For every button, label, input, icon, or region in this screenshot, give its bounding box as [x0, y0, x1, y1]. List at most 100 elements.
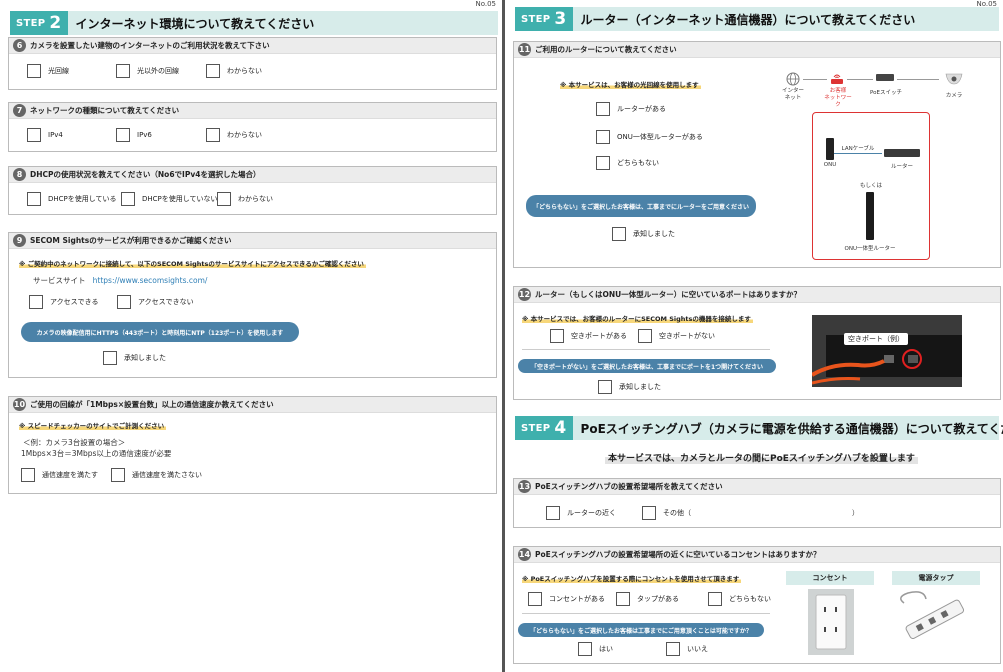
- service-site-row: サービスサイト https://www.secomsights.com/: [33, 275, 207, 286]
- option-other[interactable]: その他（: [642, 506, 691, 520]
- checkbox[interactable]: [217, 192, 231, 206]
- option-router[interactable]: ルーターがある: [596, 102, 666, 116]
- checkbox[interactable]: [616, 592, 630, 606]
- option-acknowledge[interactable]: 承知しました: [103, 351, 166, 365]
- right-page: No.05 STEP 3 ルーター（インターネット通信機器）について教えてください…: [505, 0, 1003, 672]
- power-strip-photo: [894, 589, 980, 645]
- site-link[interactable]: https://www.secomsights.com/: [93, 276, 208, 285]
- question-number: 9: [13, 234, 26, 247]
- question-text: カメラを設置したい建物のインターネットのご利用状況を教えて下さい: [30, 41, 270, 50]
- step4-title: PoEスイッチングハブ（カメラに電源を供給する通信機器）について教えてください: [580, 421, 1003, 436]
- checkbox[interactable]: [596, 130, 610, 144]
- option-port-available[interactable]: 空きポートがある: [550, 329, 627, 343]
- question-text: DHCPの使用状況を教えてください（No6でIPv4を選択した場合）: [30, 170, 261, 179]
- note: ※ PoEスイッチングハブを設置する際にコンセントを使用させて頂きます: [522, 575, 742, 583]
- info-pill: 「どちらもない」をご選択したお客様は工事までにご用意頂くことは可能ですか？: [518, 623, 764, 637]
- option-acknowledge[interactable]: 承知しました: [598, 380, 661, 394]
- option-ipv6[interactable]: IPv6: [116, 128, 152, 142]
- question-13: 13 PoEスイッチングハブの設置希望場所を教えてください ルーターの近く その他…: [513, 478, 1001, 528]
- checkbox[interactable]: [27, 192, 41, 206]
- outlet-photo: [808, 589, 854, 655]
- info-pill: カメラの映像配信用にHTTPS（443ポート）と時刻用にNTP（123ポート）を…: [21, 322, 299, 342]
- option-yes[interactable]: はい: [578, 642, 613, 656]
- question-text: PoEスイッチングハブの設置希望場所を教えてください: [535, 482, 723, 491]
- question-text: PoEスイッチングハブの設置希望場所の近くに空いているコンセントはありますか？: [535, 550, 821, 559]
- outlet-card-title: コンセント: [786, 571, 874, 585]
- internet-label: インター ネット: [781, 88, 804, 101]
- option-no-port[interactable]: 空きポートがない: [638, 329, 715, 343]
- step2-badge: STEP 2: [10, 11, 68, 35]
- checkbox[interactable]: [638, 329, 652, 343]
- checkbox[interactable]: [578, 642, 592, 656]
- checkbox[interactable]: [708, 592, 722, 606]
- question-6: 6 カメラを設置したい建物のインターネットのご利用状況を教えて下さい 光回線 光以…: [8, 37, 497, 90]
- option-no[interactable]: いいえ: [666, 642, 708, 656]
- checkbox[interactable]: [206, 64, 220, 78]
- checkbox[interactable]: [27, 64, 41, 78]
- globe-icon: [786, 72, 800, 86]
- onu-router-label: ONU一体型ルーター: [844, 246, 896, 252]
- option-near-router[interactable]: ルーターの近く: [546, 506, 616, 520]
- option-neither[interactable]: どちらもない: [708, 592, 771, 606]
- step4-header: STEP 4 PoEスイッチングハブ（カメラに電源を供給する通信機器）について教え…: [515, 416, 1003, 440]
- router-label: ルーター: [890, 164, 913, 170]
- question-number: 8: [13, 168, 26, 181]
- left-page: No.05 STEP 2 インターネット環境について教えてください 6 カメラを設置…: [0, 0, 502, 672]
- example-heading: ＜例：カメラ3台設置の場合＞: [23, 438, 126, 447]
- checkbox[interactable]: [103, 351, 117, 365]
- checkbox[interactable]: [598, 380, 612, 394]
- checkbox[interactable]: [528, 592, 542, 606]
- step3-header: STEP 3 ルーター（インターネット通信機器）について教えてください: [515, 7, 999, 31]
- checkbox[interactable]: [116, 64, 130, 78]
- option-outlet[interactable]: コンセントがある: [528, 592, 605, 606]
- question-10: 10 ご使用の回線が「1Mbps×設置台数」以上の通信速度か教えてください ※ ス…: [8, 396, 497, 494]
- checkbox[interactable]: [111, 468, 125, 482]
- step3-title: ルーター（インターネット通信機器）について教えてください: [580, 12, 916, 27]
- option-acknowledge[interactable]: 承知しました: [612, 227, 675, 241]
- question-number: 14: [518, 548, 531, 561]
- step4-banner: 本サービスでは、カメラとルータの間にPoEスイッチングハブを設置します: [605, 451, 918, 464]
- question-12: 12 ルーター（もしくはONU一体型ルーター）に空いているポートはありますか？ ※…: [513, 286, 1001, 400]
- checkbox[interactable]: [121, 192, 135, 206]
- checkbox[interactable]: [596, 102, 610, 116]
- checkbox[interactable]: [612, 227, 626, 241]
- option-power-strip[interactable]: タップがある: [616, 592, 679, 606]
- option-fiber[interactable]: 光回線: [27, 64, 69, 78]
- option-accessible[interactable]: アクセスできる: [29, 295, 99, 309]
- checkbox[interactable]: [642, 506, 656, 520]
- option-onu-router[interactable]: ONU一体型ルーターがある: [596, 130, 703, 144]
- option-speed-ok[interactable]: 通信速度を満たす: [21, 468, 98, 482]
- option-speed-ng[interactable]: 通信速度を満たさない: [111, 468, 202, 482]
- or-label: もしくは: [859, 183, 882, 189]
- option-dhcp-unused[interactable]: DHCPを使用していない: [121, 192, 218, 206]
- question-number: 11: [518, 43, 531, 56]
- checkbox[interactable]: [27, 128, 41, 142]
- checkbox[interactable]: [596, 156, 610, 170]
- checkbox[interactable]: [666, 642, 680, 656]
- option-not-accessible[interactable]: アクセスできない: [117, 295, 194, 309]
- question-number: 12: [518, 288, 531, 301]
- option-dhcp-used[interactable]: DHCPを使用している: [27, 192, 117, 206]
- lan-cable-label: LANケーブル: [841, 146, 875, 152]
- question-number: 7: [13, 104, 26, 117]
- poe-switch-label: PoEスイッチ: [870, 90, 902, 96]
- option-non-fiber[interactable]: 光以外の回線: [116, 64, 179, 78]
- checkbox[interactable]: [21, 468, 35, 482]
- option-unknown[interactable]: わからない: [217, 192, 273, 206]
- question-number: 13: [518, 480, 531, 493]
- option-ipv4[interactable]: IPv4: [27, 128, 63, 142]
- option-unknown[interactable]: わからない: [206, 64, 262, 78]
- checkbox[interactable]: [29, 295, 43, 309]
- camera-icon: [944, 70, 964, 86]
- checkbox[interactable]: [116, 128, 130, 142]
- checkbox[interactable]: [117, 295, 131, 309]
- option-unknown[interactable]: わからない: [206, 128, 262, 142]
- checkbox[interactable]: [546, 506, 560, 520]
- checkbox[interactable]: [206, 128, 220, 142]
- step4-badge: STEP 4: [515, 416, 573, 440]
- onu-label: ONU: [823, 162, 837, 168]
- option-neither[interactable]: どちらもない: [596, 156, 659, 170]
- checkbox[interactable]: [550, 329, 564, 343]
- question-8: 8 DHCPの使用状況を教えてください（No6でIPv4を選択した場合） DHCP…: [8, 166, 497, 215]
- site-label: サービスサイト: [33, 276, 86, 285]
